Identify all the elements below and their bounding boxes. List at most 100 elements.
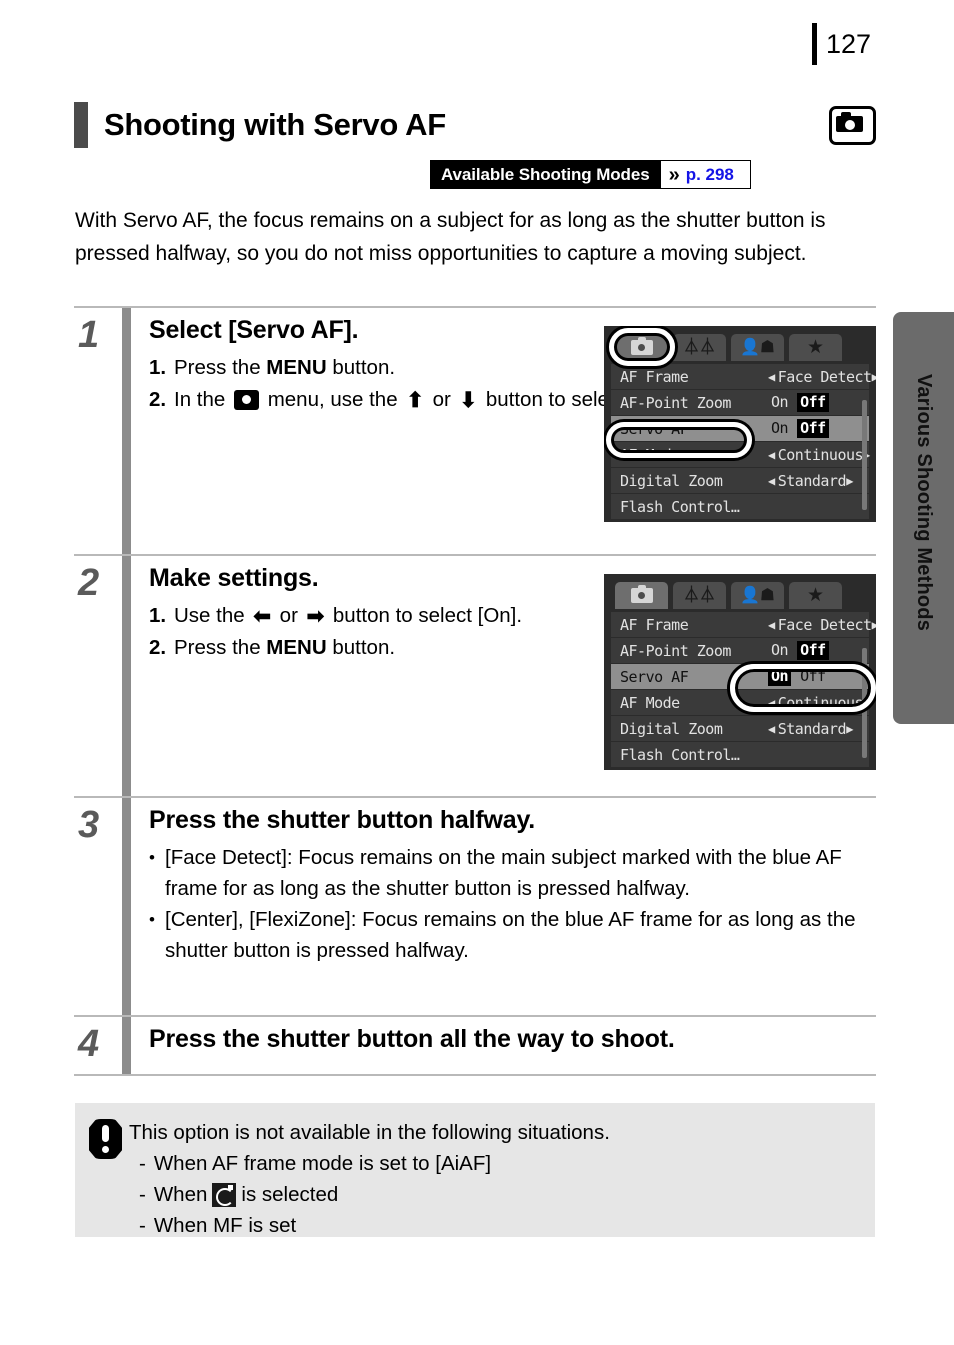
- lcd-row-af-mode[interactable]: AF Mode ◀Continuous▶: [611, 442, 870, 467]
- substep-marker: 1.: [149, 603, 167, 627]
- step-rule: [122, 556, 131, 796]
- step-heading: Press the shutter button all the way to …: [149, 1025, 675, 1053]
- lcd-row-flash-control[interactable]: Flash Control…: [611, 742, 869, 767]
- substep-pre: In the: [174, 387, 231, 411]
- arrow-up-icon: ⬆: [406, 388, 424, 412]
- lcd-row-value: ◀ Face Detect ▶: [768, 615, 876, 634]
- note-lead-text: This option is not available in the foll…: [129, 1121, 610, 1144]
- lcd-tab-star[interactable]: ★: [789, 582, 842, 609]
- folio-rule: [812, 23, 817, 65]
- section-title-row: Shooting with Servo AF: [74, 101, 876, 149]
- bullet-list: • [Face Detect]: Focus remains on the ma…: [149, 842, 876, 966]
- lcd-row-af-frame[interactable]: AF Frame ◀ Face Detect ▶: [611, 364, 876, 389]
- substep-pre: Press the: [174, 355, 267, 379]
- chevron-right-icon: »: [668, 163, 680, 186]
- lcd-value-text: Continuous: [777, 445, 864, 464]
- bullet-text: [Face Detect]: Focus remains on the main…: [165, 845, 842, 900]
- lcd-off-option[interactable]: Off: [797, 641, 829, 660]
- lcd-row-flash-control[interactable]: Flash Control…: [611, 494, 869, 519]
- lcd-row-label: Flash Control…: [620, 745, 740, 764]
- substep: 1. Use the ⬅ or ➡ button to select [On].: [149, 600, 579, 631]
- lcd-on-option[interactable]: On: [768, 419, 791, 438]
- note-dash: -: [139, 1183, 146, 1206]
- menu-key-label: MENU: [266, 355, 327, 379]
- step-rule: [122, 308, 131, 554]
- lcd-menu-list: AF Frame ◀ Face Detect ▶ AF-Point Zoom On O…: [611, 612, 876, 767]
- step-rule: [122, 1017, 131, 1074]
- lcd-row-label: AF-Point Zoom: [620, 641, 731, 660]
- step-rule: [122, 798, 131, 1015]
- modes-badge-link[interactable]: » p. 298: [660, 161, 750, 188]
- lcd-off-option[interactable]: Off: [797, 419, 829, 438]
- lcd-row-servo-af[interactable]: Servo AF On Off: [611, 416, 869, 441]
- step-number: 3: [78, 804, 100, 846]
- lcd-tab-my-camera[interactable]: 👤☗: [731, 582, 784, 609]
- lcd-row-af-point-zoom[interactable]: AF-Point Zoom On Off: [611, 390, 869, 415]
- camera-screen-step2: ⏃⏃ 👤☗ ★ AF Frame ◀ Face Detect ▶ AF-Point …: [604, 574, 876, 770]
- available-shooting-modes-badge: Available Shooting Modes » p. 298: [430, 160, 751, 189]
- step-4: 4 Press the shutter button all the way t…: [74, 1015, 876, 1076]
- substep-text: Use the ⬅ or ➡ button to select [On].: [174, 600, 579, 631]
- lcd-row-label: AF Mode: [620, 445, 680, 464]
- lcd-row-label: Digital Zoom: [620, 719, 723, 738]
- lcd-tab-tools[interactable]: ⏃⏃: [673, 334, 726, 361]
- lcd-scrollbar[interactable]: [862, 400, 867, 510]
- lcd-value-text: Continuous: [777, 693, 864, 712]
- substep-or: or: [426, 387, 457, 411]
- lcd-off-option[interactable]: Off: [797, 393, 829, 412]
- lcd-tab-camera[interactable]: [615, 334, 668, 361]
- lcd-row-af-point-zoom[interactable]: AF-Point Zoom On Off: [611, 638, 869, 663]
- lcd-row-value: On Off: [768, 667, 853, 686]
- substep-mid: menu, use the: [262, 387, 404, 411]
- arrow-left-icon: ⬅: [253, 604, 271, 628]
- list-item: • [Face Detect]: Focus remains on the ma…: [149, 842, 876, 904]
- lcd-row-label: Digital Zoom: [620, 471, 723, 490]
- lcd-on-option[interactable]: On: [768, 667, 792, 686]
- substep-marker: 2.: [149, 635, 167, 659]
- list-item: • [Center], [FlexiZone]: Focus remains o…: [149, 904, 876, 966]
- page-reference-link[interactable]: p. 298: [686, 165, 734, 185]
- note-item-text: When AF frame mode is set to [AiAF]: [153, 1152, 492, 1175]
- bullet-text: [Center], [FlexiZone]: Focus remains on …: [165, 907, 856, 962]
- lcd-tab-my-camera[interactable]: 👤☗: [731, 334, 784, 361]
- lcd-off-option[interactable]: Off: [797, 667, 829, 686]
- side-thumb-tab-label: Various Shooting Methods: [913, 374, 935, 632]
- step-content: Press the shutter button all the way to …: [131, 1017, 876, 1074]
- lcd-tab-camera[interactable]: [615, 582, 668, 609]
- substep-pre: Press the: [174, 635, 267, 659]
- list-item: - When MF is set: [129, 1210, 859, 1241]
- intro-paragraph: With Servo AF, the focus remains on a su…: [75, 209, 826, 265]
- substep-post: button.: [326, 635, 396, 659]
- camera-menu-icon: [234, 389, 259, 410]
- lcd-tab-star[interactable]: ★: [789, 334, 842, 361]
- note-body: This option is not available in the foll…: [129, 1117, 859, 1237]
- modes-badge-label: Available Shooting Modes: [431, 161, 661, 188]
- lcd-row-value: ◀Continuous▶: [768, 445, 870, 464]
- lcd-row-value: ◀ Standard ▶: [768, 471, 853, 490]
- lcd-row-value: ◀ Standard ▶: [768, 719, 853, 738]
- lcd-row-af-frame[interactable]: AF Frame ◀ Face Detect ▶: [611, 612, 876, 637]
- lcd-row-digital-zoom[interactable]: Digital Zoom ◀ Standard ▶: [611, 716, 869, 741]
- lcd-tab-tools[interactable]: ⏃⏃: [673, 582, 726, 609]
- page-number: 127: [826, 28, 872, 59]
- lcd-row-value: On Off: [768, 419, 853, 438]
- lcd-tab-bar: ⏃⏃ 👤☗ ★: [615, 334, 869, 361]
- step-3: 3 Press the shutter button halfway. • [F…: [74, 796, 876, 1015]
- substep-post: button.: [326, 355, 396, 379]
- lcd-value-text: Standard: [777, 471, 847, 490]
- lcd-row-digital-zoom[interactable]: Digital Zoom ◀ Standard ▶: [611, 468, 869, 493]
- step-content: Press the shutter button halfway. • [Fac…: [131, 798, 876, 1015]
- note-item-text: When MF is set: [153, 1214, 297, 1237]
- lcd-on-option[interactable]: On: [768, 641, 791, 660]
- lcd-row-servo-af[interactable]: Servo AF On Off: [611, 664, 869, 689]
- substep-post: button to select [On].: [327, 603, 523, 627]
- note-dash: -: [139, 1214, 146, 1237]
- lcd-row-label: Servo AF: [620, 419, 689, 438]
- self-timer-icon: [212, 1182, 237, 1207]
- list-item: - When AF frame mode is set to [AiAF]: [129, 1148, 859, 1179]
- lcd-row-value: On Off: [768, 393, 853, 412]
- lcd-on-option[interactable]: On: [768, 393, 791, 412]
- lcd-row-af-mode[interactable]: AF Mode ◀Continuous▶: [611, 690, 870, 715]
- substep-marker: 1.: [149, 355, 167, 379]
- lcd-scrollbar[interactable]: [862, 648, 867, 758]
